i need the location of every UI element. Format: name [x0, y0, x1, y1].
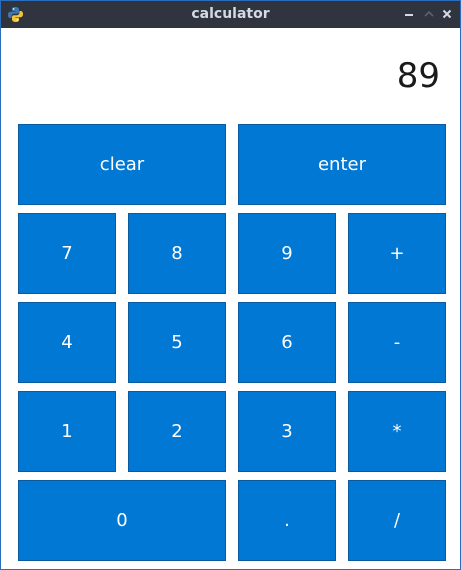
digit-1-button[interactable]: 1 [18, 391, 116, 472]
digit-6-button[interactable]: 6 [238, 302, 336, 383]
result-display: 89 [396, 56, 440, 96]
clear-button[interactable]: clear [18, 124, 226, 205]
digit-9-button[interactable]: 9 [238, 213, 336, 294]
multiply-button[interactable]: * [348, 391, 446, 472]
minimize-icon[interactable] [402, 7, 416, 21]
window-title: calculator [191, 6, 270, 22]
digit-2-button[interactable]: 2 [128, 391, 226, 472]
maximize-icon[interactable] [422, 7, 436, 21]
calculator-window: calculator 89 clear enter 7 8 9 + 4 5 6 … [0, 0, 461, 570]
digit-5-button[interactable]: 5 [128, 302, 226, 383]
minus-button[interactable]: - [348, 302, 446, 383]
digit-4-button[interactable]: 4 [18, 302, 116, 383]
digit-8-button[interactable]: 8 [128, 213, 226, 294]
enter-button[interactable]: enter [238, 124, 446, 205]
digit-7-button[interactable]: 7 [18, 213, 116, 294]
title-bar[interactable]: calculator [1, 1, 460, 28]
digit-3-button[interactable]: 3 [238, 391, 336, 472]
divide-button[interactable]: / [348, 480, 446, 561]
digit-0-button[interactable]: 0 [18, 480, 226, 561]
plus-button[interactable]: + [348, 213, 446, 294]
decimal-point-button[interactable]: . [238, 480, 336, 561]
close-icon[interactable] [440, 7, 454, 21]
